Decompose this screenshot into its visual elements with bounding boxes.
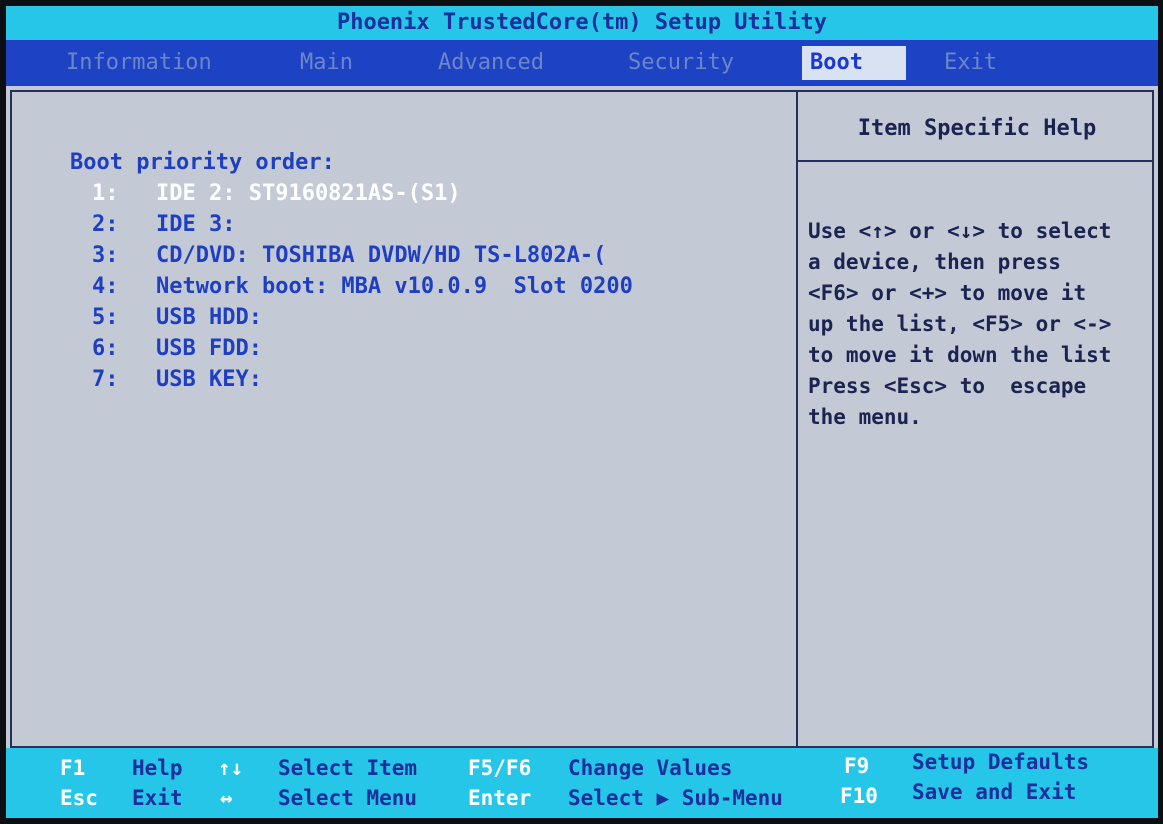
f1-key[interactable]: F1 [60,756,85,780]
f10-label: Save and Exit [912,780,1077,804]
boot-item-label: USB FDD: [156,336,262,361]
bios-screen: Phoenix TrustedCore(tm) Setup Utility In… [6,6,1158,818]
enter-label: Select ▶ Sub-Menu [568,786,783,810]
boot-item-4[interactable]: 4: Network boot: MBA v10.0.9 Slot 0200 [92,271,633,302]
boot-item-label: CD/DVD: TOSHIBA DVDW/HD TS-L802A-( [156,243,607,268]
help-line: <F6> or <+> to move it [808,281,1087,305]
main-panel: Boot priority order: 1: IDE 2: ST9160821A… [10,90,1154,748]
tab-boot[interactable]: Boot [802,46,906,80]
f5f6-key[interactable]: F5/F6 [468,756,531,780]
esc-label: Exit [132,786,183,810]
f10-key[interactable]: F10 [840,784,878,808]
updown-label: Select Item [278,756,418,780]
boot-item-1[interactable]: 1: IDE 2: ST9160821AS-(S1) [92,178,633,209]
boot-item-label: IDE 3: [156,212,236,237]
app-title: Phoenix TrustedCore(tm) Setup Utility [6,6,1158,40]
boot-item-3[interactable]: 3: CD/DVD: TOSHIBA DVDW/HD TS-L802A-( [92,240,633,271]
tab-information[interactable]: Information [58,46,220,80]
boot-item-5[interactable]: 5: USB HDD: [92,302,633,333]
boot-item-number: 7: [92,367,119,392]
boot-item-number: 4: [92,274,119,299]
boot-priority-title: Boot priority order: [70,150,335,175]
updown-key[interactable]: ↑↓ [218,756,243,780]
help-text: Use <↑> or <↓> to select a device, then … [808,216,1158,433]
boot-item-label: Network boot: MBA v10.0.9 Slot 0200 [156,274,633,299]
enter-key[interactable]: Enter [468,786,531,810]
boot-item-7[interactable]: 7: USB KEY: [92,364,633,395]
help-line: Press <Esc> to escape [808,374,1087,398]
tab-advanced[interactable]: Advanced [430,46,552,80]
tab-exit[interactable]: Exit [936,46,1005,80]
boot-item-number: 6: [92,336,119,361]
panel-divider [796,92,798,746]
help-line: up the list, <F5> or <-> [808,312,1112,336]
leftright-key[interactable]: ↔ [220,786,233,810]
f9-label: Setup Defaults [912,750,1090,774]
help-line: the menu. [808,405,922,429]
help-line: Use <↑> or <↓> to select [808,219,1112,243]
boot-item-2[interactable]: 2: IDE 3: [92,209,633,240]
tab-main[interactable]: Main [292,46,361,80]
help-title: Item Specific Help [857,116,1097,141]
boot-item-number: 1: [92,181,119,206]
f1-label: Help [132,756,183,780]
esc-key[interactable]: Esc [60,786,98,810]
leftright-label: Select Menu [278,786,418,810]
menu-bar: Information Main Advanced Security Boot … [6,40,1158,86]
boot-item-6[interactable]: 6: USB FDD: [92,333,633,364]
boot-item-label: USB KEY: [156,367,262,392]
help-line: to move it down the list [808,343,1112,367]
help-divider [798,160,1152,162]
boot-item-number: 3: [92,243,119,268]
boot-priority-list: 1: IDE 2: ST9160821AS-(S1) 2: IDE 3: 3: CD/… [92,178,633,395]
boot-item-number: 5: [92,305,119,330]
boot-item-number: 2: [92,212,119,237]
key-legend-bar: F1 Help ↑↓ Select Item F5/F6 Change Valu… [6,748,1158,818]
f9-key[interactable]: F9 [844,754,869,778]
tab-security[interactable]: Security [620,46,742,80]
help-line: a device, then press [808,250,1061,274]
boot-item-label: IDE 2: ST9160821AS-(S1) [156,181,461,206]
boot-item-label: USB HDD: [156,305,262,330]
f5f6-label: Change Values [568,756,733,780]
